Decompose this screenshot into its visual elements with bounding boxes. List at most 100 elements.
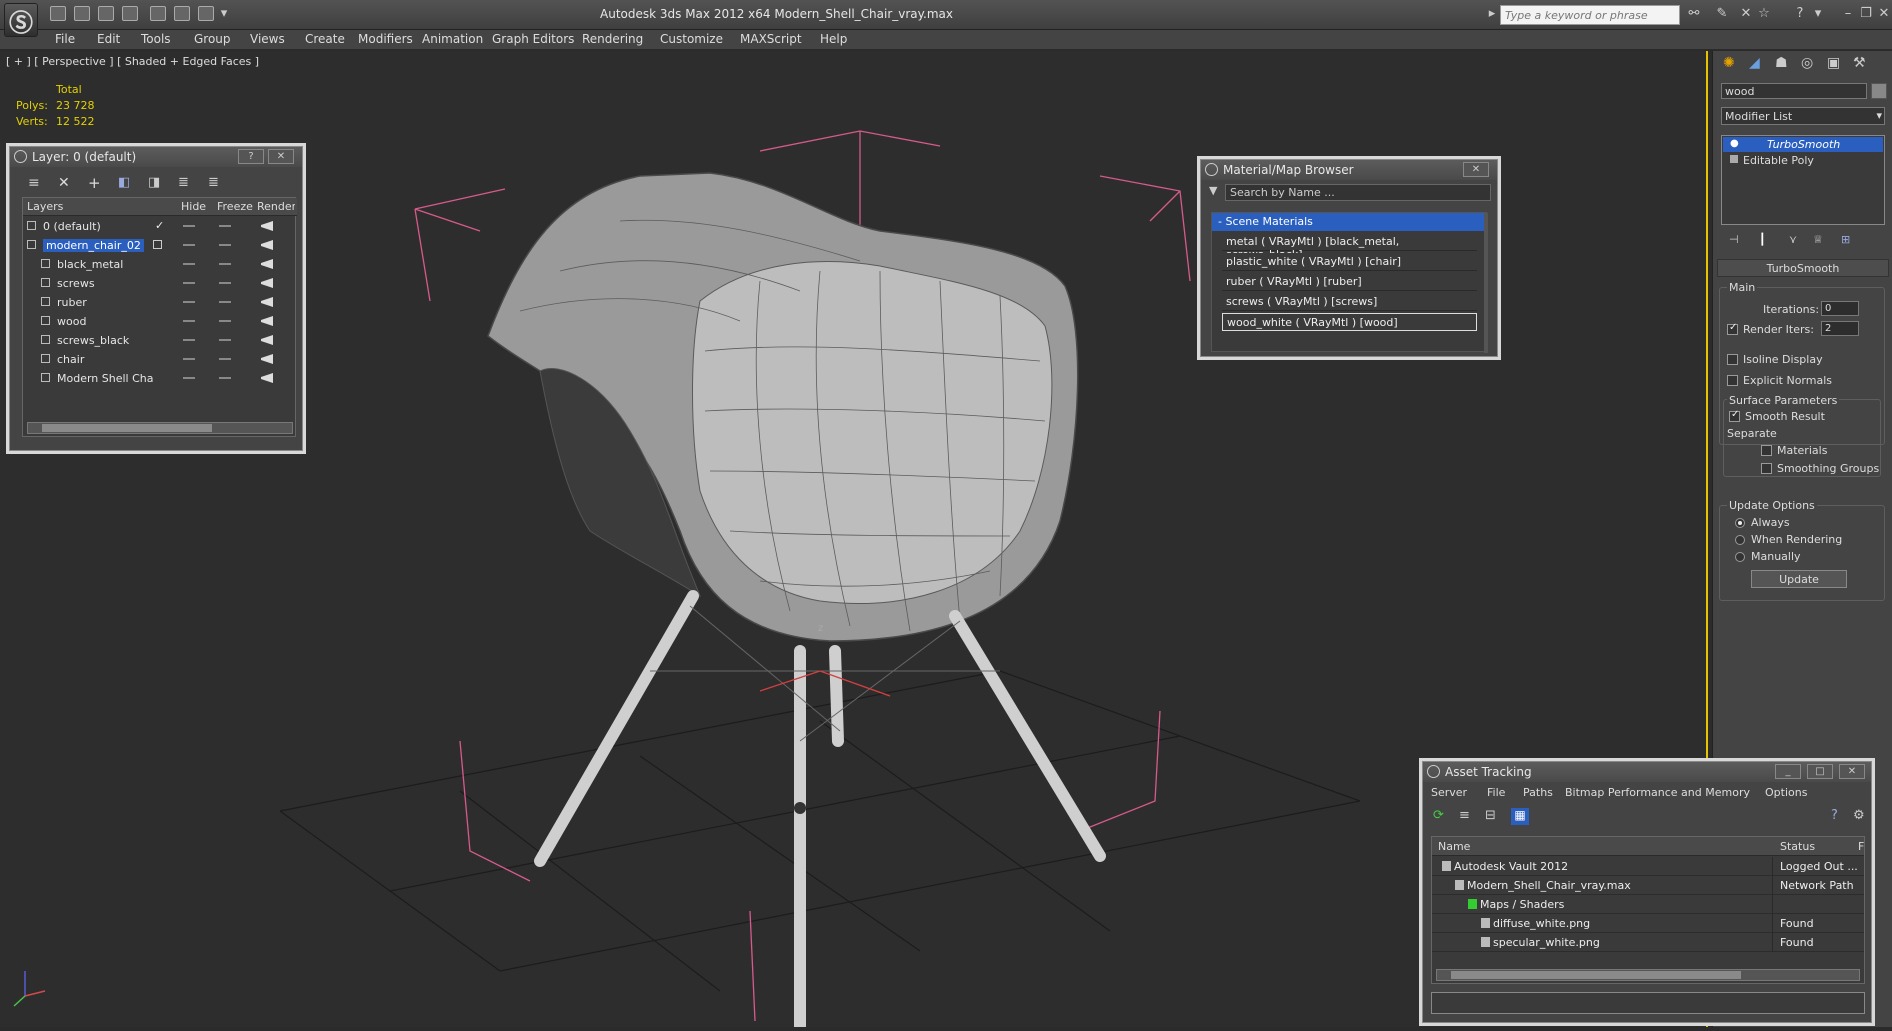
render-toggle-icon[interactable] [261, 221, 273, 231]
render-toggle-icon[interactable] [261, 373, 273, 383]
freeze-toggle[interactable] [219, 339, 231, 341]
layer-icon[interactable] [41, 278, 50, 287]
col-status[interactable]: Status [1780, 840, 1815, 853]
col-render[interactable]: Render [257, 200, 295, 213]
freeze-toggle[interactable] [219, 225, 231, 227]
quick-access-dropdown-icon[interactable]: ▾ [216, 6, 232, 22]
turbosmooth-rollout-header[interactable]: TurboSmooth [1717, 259, 1889, 277]
layer-name[interactable]: screws [57, 277, 95, 290]
table-view-icon[interactable]: ▦ [1511, 808, 1529, 825]
layer-panel-titlebar[interactable]: Layer: 0 (default) ? ✕ [10, 147, 302, 167]
layer-row[interactable]: chair [23, 350, 293, 369]
layer-icon[interactable] [27, 221, 36, 230]
when-rendering-radio[interactable] [1735, 535, 1745, 545]
layer-name[interactable]: wood [57, 315, 86, 328]
hide-toggle[interactable] [183, 377, 195, 379]
material-row[interactable]: ruber ( VRayMtl ) [ruber] [1222, 273, 1477, 291]
settings-icon[interactable]: ⚙ [1853, 808, 1865, 823]
redo-icon[interactable] [174, 6, 190, 21]
help-dropdown-icon[interactable]: ▾ [1810, 6, 1826, 22]
always-radio[interactable] [1735, 518, 1745, 528]
create-tab-icon[interactable]: ✺ [1723, 55, 1735, 71]
new-scene-icon[interactable] [98, 6, 114, 21]
render-iters-spinner[interactable]: 2 [1821, 321, 1859, 336]
menu-help[interactable]: Help [820, 32, 847, 46]
layer-row[interactable]: modern_chair_02 [23, 236, 293, 255]
configure-sets-icon[interactable]: ⊞ [1841, 233, 1850, 246]
menu-graph-editors[interactable]: Graph Editors [492, 32, 574, 46]
iterations-spinner[interactable]: 0 [1821, 301, 1859, 316]
arrow-right-icon[interactable]: ▸ [1484, 6, 1500, 22]
render-iters-checkbox[interactable] [1727, 322, 1738, 335]
col-hide[interactable]: Hide [181, 200, 206, 213]
freeze-toggle[interactable] [219, 263, 231, 265]
binoculars-icon[interactable]: ⚯ [1686, 6, 1702, 22]
modify-tab-icon[interactable]: ◢ [1749, 55, 1760, 71]
browser-options-icon[interactable]: ▼ [1209, 184, 1223, 198]
freeze-toggle[interactable] [219, 358, 231, 360]
material-scrollbar[interactable] [1484, 213, 1488, 353]
help-button[interactable]: ? [238, 149, 264, 164]
explicit-normals-checkbox[interactable] [1727, 375, 1738, 386]
viewport-label[interactable]: [ + ] [ Perspective ] [ Shaded + Edged F… [6, 55, 259, 68]
layer-horizontal-scrollbar[interactable] [27, 422, 293, 434]
maximize-button[interactable]: □ [1807, 764, 1833, 779]
scrollbar-thumb[interactable] [42, 424, 212, 432]
menu-create[interactable]: Create [305, 32, 345, 46]
layer-name[interactable]: ruber [57, 296, 87, 309]
hide-toggle[interactable] [183, 263, 195, 265]
modifier-list-dropdown[interactable]: Modifier List ▾ [1721, 107, 1885, 125]
hide-toggle[interactable] [183, 225, 195, 227]
freeze-toggle[interactable] [219, 301, 231, 303]
layer-name[interactable]: 0 (default) [43, 220, 101, 233]
add-to-layer-icon[interactable]: + [88, 174, 101, 192]
hide-toggle[interactable] [183, 358, 195, 360]
col-layers[interactable]: Layers [27, 200, 63, 213]
layer-icon[interactable] [41, 316, 50, 325]
separate-materials-checkbox[interactable] [1761, 445, 1772, 456]
show-end-result-icon[interactable]: ┃ [1759, 233, 1766, 246]
layer-icon[interactable] [41, 335, 50, 344]
render-toggle-icon[interactable] [261, 259, 273, 269]
utilities-tab-icon[interactable]: ⚒ [1853, 55, 1866, 71]
separate-smoothing-groups-checkbox[interactable] [1761, 463, 1772, 474]
asset-menu-paths[interactable]: Paths [1523, 786, 1553, 799]
layer-row[interactable]: Modern Shell Cha [23, 369, 293, 388]
update-button[interactable]: Update [1751, 570, 1847, 588]
undo-icon[interactable] [150, 6, 166, 21]
hide-toggle[interactable] [183, 301, 195, 303]
freeze-toggle[interactable] [219, 244, 231, 246]
hierarchy-tab-icon[interactable]: ☗ [1775, 55, 1788, 71]
scene-materials-section[interactable]: - Scene Materials [1212, 213, 1484, 231]
freeze-all-icon[interactable]: ≣ [208, 175, 219, 190]
asset-horizontal-scrollbar[interactable] [1436, 969, 1860, 981]
manually-radio[interactable] [1735, 552, 1745, 562]
minimize-icon[interactable]: – [1840, 6, 1856, 22]
col-extra[interactable]: F [1858, 840, 1864, 853]
render-toggle-icon[interactable] [261, 354, 273, 364]
material-row[interactable]: screws ( VRayMtl ) [screws] [1222, 293, 1477, 311]
object-name-field[interactable]: wood [1721, 83, 1867, 99]
search-input[interactable]: Type a keyword or phrase [1500, 5, 1680, 25]
asset-row[interactable]: specular_white.png Found [1432, 933, 1864, 952]
restore-icon[interactable]: ❐ [1858, 6, 1874, 22]
layer-row[interactable]: 0 (default) ✓ [23, 217, 293, 236]
hold-icon[interactable] [122, 6, 138, 21]
menu-file[interactable]: File [55, 32, 75, 46]
layer-row[interactable]: screws_black [23, 331, 293, 350]
layer-name[interactable]: black_metal [57, 258, 123, 271]
pin-stack-icon[interactable]: ⊣ [1729, 233, 1739, 246]
menu-customize[interactable]: Customize [660, 32, 723, 46]
lightbulb-icon[interactable]: ● [1730, 138, 1739, 149]
isoline-display-checkbox[interactable] [1727, 354, 1738, 365]
asset-path-field[interactable] [1431, 992, 1865, 1014]
asset-menu-bitmap-performance[interactable]: Bitmap Performance and Memory [1565, 786, 1750, 799]
expand-box-icon[interactable] [1730, 155, 1738, 163]
communication-center-icon[interactable]: ✎ [1714, 6, 1730, 22]
col-name[interactable]: Name [1438, 840, 1470, 853]
layer-name[interactable]: Modern Shell Cha [57, 372, 154, 385]
hide-toggle[interactable] [183, 282, 195, 284]
hide-toggle[interactable] [183, 320, 195, 322]
asset-row[interactable]: diffuse_white.png Found [1432, 914, 1864, 933]
render-toggle-icon[interactable] [261, 240, 273, 250]
